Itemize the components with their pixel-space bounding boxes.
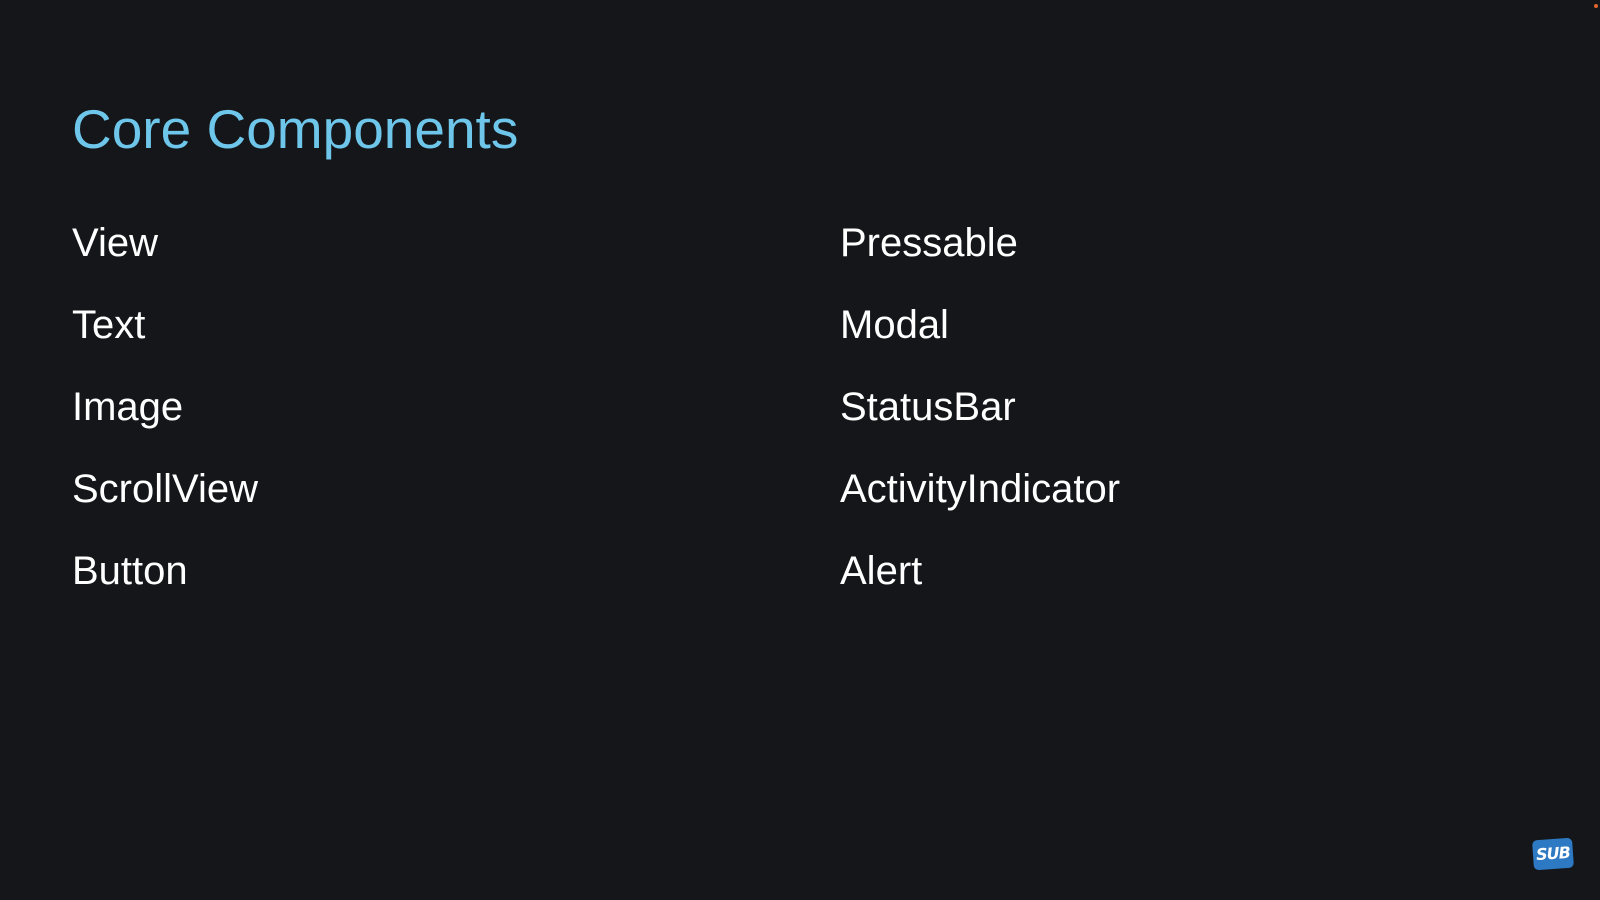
slide-title: Core Components [72, 98, 519, 160]
list-item: ActivityIndicator [840, 467, 1121, 511]
list-item: ScrollView [72, 467, 258, 511]
list-item: View [72, 221, 158, 265]
list-item: Alert [840, 549, 923, 593]
list-item: Text [72, 303, 146, 347]
badge-label: SUB [1535, 842, 1571, 865]
subscribe-badge-icon[interactable]: SUB [1532, 837, 1574, 871]
list-item: StatusBar [840, 385, 1016, 429]
list-item: Button [72, 549, 188, 593]
slide: Core Components View Text Image ScrollVi… [0, 0, 1600, 900]
right-component-list: Pressable Modal StatusBar ActivityIndica… [840, 216, 1120, 626]
left-component-list: View Text Image ScrollView Button [72, 216, 258, 626]
corner-indicator [1594, 4, 1598, 8]
list-item: Image [72, 385, 184, 429]
list-item: Modal [840, 303, 949, 347]
list-item: Pressable [840, 221, 1018, 265]
